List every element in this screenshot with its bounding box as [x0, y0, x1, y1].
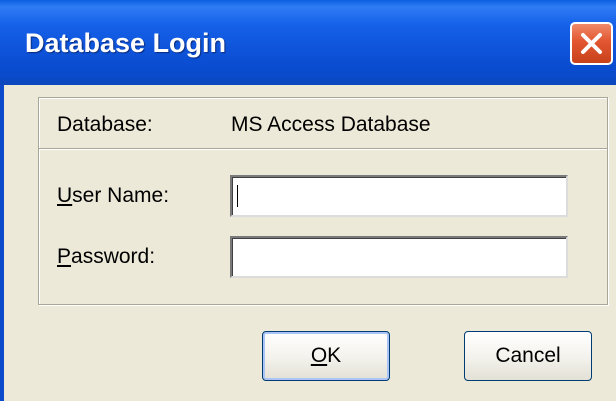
close-icon	[581, 33, 602, 54]
cancel-button[interactable]: Cancel	[464, 331, 592, 381]
password-label-accel: P	[57, 245, 72, 268]
ok-button-rest: K	[327, 344, 342, 367]
group-divider	[39, 148, 607, 150]
username-label-rest: ser Name:	[72, 184, 170, 207]
password-field[interactable]	[230, 236, 568, 278]
ok-button[interactable]: OK	[262, 331, 390, 381]
username-label-accel: U	[57, 184, 73, 207]
username-field[interactable]	[230, 175, 568, 217]
username-label: User Name:	[57, 184, 169, 208]
database-label: Database:	[57, 113, 153, 136]
database-value: MS Access Database	[231, 113, 431, 136]
ok-button-accel: O	[310, 344, 328, 367]
window-border	[0, 85, 4, 401]
database-login-dialog: Database Login Database: MS Access Datab…	[0, 0, 616, 401]
text-caret	[237, 185, 238, 207]
username-input[interactable]	[232, 177, 566, 215]
password-label-rest: assword:	[71, 245, 156, 268]
password-label: Password:	[57, 245, 155, 269]
password-input[interactable]	[232, 238, 566, 276]
title-bar[interactable]: Database Login	[0, 0, 616, 85]
window-title: Database Login	[25, 28, 227, 58]
close-button[interactable]	[570, 22, 613, 65]
